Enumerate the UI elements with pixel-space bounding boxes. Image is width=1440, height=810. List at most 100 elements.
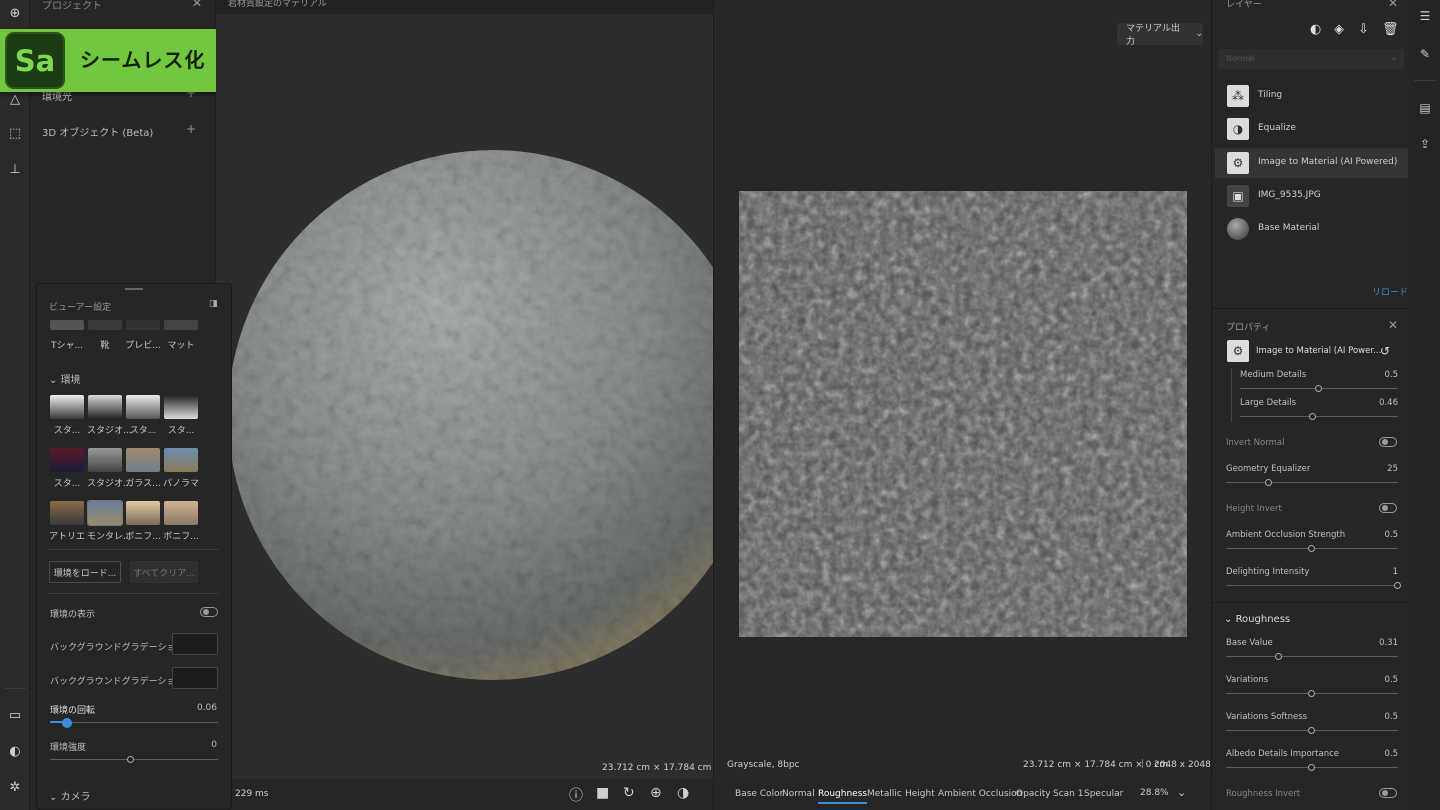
layer-row[interactable]: Base Material	[1215, 214, 1408, 244]
env-intensity-knob[interactable]	[127, 756, 134, 763]
var-slider-knob[interactable]	[1308, 690, 1315, 697]
env-thumbnail[interactable]	[126, 501, 160, 525]
clear-all-button[interactable]: すべてクリア...	[130, 561, 198, 583]
channel-tab-normal[interactable]: Normal	[782, 789, 815, 799]
ruler-icon[interactable]: ✎	[1417, 46, 1433, 62]
show-environment-toggle[interactable]	[200, 607, 218, 617]
blend-mode-select[interactable]: Normal ⌄	[1218, 49, 1404, 69]
layer-row[interactable]: ▣ IMG_9535.JPG	[1215, 181, 1408, 211]
env-thumbnail[interactable]	[164, 501, 198, 525]
height-invert-toggle[interactable]	[1379, 503, 1397, 513]
env-thumbnail[interactable]	[164, 395, 198, 419]
bg-gradient-bottom-swatch[interactable]	[172, 667, 218, 689]
large-slider[interactable]	[1240, 416, 1398, 417]
delete-icon[interactable]: 🗑	[1382, 22, 1399, 37]
delight-slider[interactable]	[1226, 585, 1398, 586]
shading-icon[interactable]: ◑	[677, 785, 689, 801]
env-thumbnail-label: スタ...	[53, 479, 81, 489]
light-icon[interactable]: ✲	[4, 776, 26, 798]
transform-tool-icon[interactable]: ⬚	[4, 122, 26, 144]
geo-slider-knob[interactable]	[1265, 479, 1272, 486]
close-icon[interactable]: ✕	[1388, 0, 1398, 10]
object-thumb-preview[interactable]	[126, 320, 160, 330]
env-thumbnail[interactable]	[87, 500, 123, 526]
camera-icon[interactable]: ■	[596, 785, 609, 801]
add-3d-object-icon[interactable]: +	[186, 122, 196, 136]
env-thumbnail[interactable]	[126, 448, 160, 472]
reload-link[interactable]: リロード	[1372, 285, 1408, 298]
viewer-settings-icon[interactable]: ▭	[4, 704, 26, 726]
channel-tab-specular[interactable]: Specular	[1084, 789, 1123, 799]
large-value: 0.46	[1379, 398, 1398, 408]
material-preview-sphere[interactable]	[228, 150, 758, 680]
env-rotation-knob[interactable]	[62, 718, 73, 728]
object-label: マット	[167, 341, 195, 351]
layer-row[interactable]: ◑ Equalize	[1215, 114, 1408, 144]
drag-handle[interactable]	[125, 288, 143, 290]
rough-invert-toggle[interactable]	[1379, 788, 1397, 798]
close-icon[interactable]: ✕	[192, 0, 202, 10]
roughness-texture-preview[interactable]	[739, 191, 1187, 637]
globe-icon[interactable]: ⊕	[650, 785, 662, 801]
channel-tab-scan-1[interactable]: Scan 1	[1053, 789, 1083, 799]
large-slider-knob[interactable]	[1308, 413, 1316, 420]
ao-label: Ambient Occlusion Strength	[1226, 530, 1346, 540]
info-icon[interactable]: ⓘ	[569, 785, 583, 805]
channel-tab-height[interactable]: Height	[905, 789, 935, 799]
env-section-header[interactable]: ⌄ 環境	[49, 371, 81, 386]
export-doc-icon[interactable]: ▤	[1417, 100, 1433, 116]
object-thumb-shoe[interactable]	[88, 320, 122, 330]
invert-normal-toggle[interactable]	[1379, 437, 1397, 447]
env-rotation-slider[interactable]	[50, 722, 218, 723]
object-thumb-tshirt[interactable]	[50, 320, 84, 330]
varsoft-slider-knob[interactable]	[1308, 727, 1315, 734]
channel-tab-roughness[interactable]: Roughness	[818, 789, 868, 804]
object-thumb-mat[interactable]	[164, 320, 198, 330]
env-thumbnail[interactable]	[88, 395, 122, 419]
layer-row[interactable]: ⁂ Tiling	[1215, 81, 1408, 111]
delight-slider-knob[interactable]	[1394, 582, 1401, 589]
channel-tab-opacity[interactable]: Opacity	[1016, 789, 1051, 799]
base-slider-knob[interactable]	[1275, 653, 1283, 660]
camera-section-header[interactable]: ⌄ カメラ	[49, 788, 91, 803]
stamp-tool-icon[interactable]: ⊥	[4, 158, 26, 180]
rotate-icon[interactable]: ↻	[623, 785, 635, 801]
material-export-button[interactable]: マテリアル出力 ⌄	[1117, 23, 1203, 47]
ao-slider-knob[interactable]	[1308, 545, 1315, 552]
property-layer-name: Image to Material (AI Power...	[1256, 346, 1382, 356]
env-thumbnail[interactable]	[164, 448, 198, 472]
height-invert: Height Invert	[1226, 504, 1282, 514]
add-icon[interactable]: ⊕	[4, 2, 26, 24]
panel-toggle-icon[interactable]: ◨	[209, 299, 218, 309]
geo-value: 25	[1387, 464, 1398, 474]
load-environment-button[interactable]: 環境をロード...	[49, 561, 121, 583]
fill-icon[interactable]: ◈	[1334, 22, 1344, 37]
sliders-icon[interactable]: ☰	[1417, 8, 1433, 24]
layer-row[interactable]: ⚙ Image to Material (AI Powered)	[1215, 147, 1408, 178]
environment-icon[interactable]: ◐	[4, 740, 26, 762]
bg-gradient-top-swatch[interactable]	[172, 633, 218, 655]
env-thumbnail[interactable]	[126, 395, 160, 419]
close-icon[interactable]: ✕	[1388, 318, 1398, 332]
zoom-level[interactable]: 28.8%	[1140, 788, 1169, 798]
env-thumbnail[interactable]	[88, 448, 122, 472]
project-item-3d-object[interactable]: 3D オブジェクト (Beta)	[42, 124, 153, 139]
env-thumbnail[interactable]	[50, 448, 84, 472]
roughness-section-header[interactable]: ⌄ Roughness	[1224, 614, 1290, 625]
import-icon[interactable]: ⇩	[1358, 22, 1369, 37]
channel-tab-metallic[interactable]: Metallic	[867, 789, 902, 799]
chevron-down-icon[interactable]: ⌄	[1177, 786, 1186, 799]
medium-slider-knob[interactable]	[1315, 385, 1322, 392]
share-icon[interactable]: ⇪	[1417, 136, 1433, 152]
env-intensity-slider[interactable]	[50, 759, 218, 760]
channel-tab-base-color[interactable]: Base Color	[735, 789, 783, 799]
albedo-slider-knob[interactable]	[1308, 764, 1315, 771]
channel-tab-ambient-occlusion[interactable]: Ambient Occlusion	[938, 789, 1022, 799]
env-thumbnail[interactable]	[50, 501, 84, 525]
reset-icon[interactable]: ↺	[1380, 344, 1390, 358]
env-thumbnail[interactable]	[50, 395, 84, 419]
mask-icon[interactable]: ◐	[1310, 22, 1321, 37]
base-slider[interactable]	[1226, 656, 1398, 657]
geo-slider[interactable]	[1226, 482, 1398, 483]
texture-format: Grayscale, 8bpc	[727, 760, 800, 770]
